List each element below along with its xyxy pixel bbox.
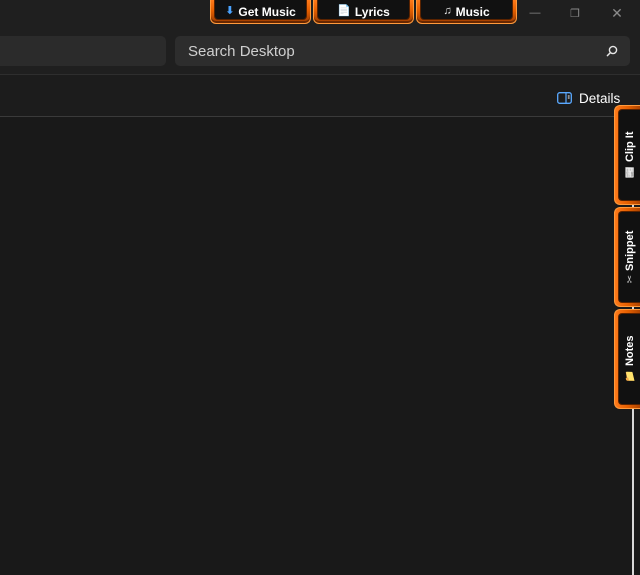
close-button[interactable]: ✕: [596, 0, 638, 26]
notes-tab[interactable]: 📁 Notes: [614, 309, 640, 409]
search-icon[interactable]: [605, 44, 619, 58]
details-pane-icon: [557, 92, 572, 104]
address-bar[interactable]: [0, 36, 166, 66]
restore-icon: ❐: [570, 7, 580, 20]
close-icon: ✕: [611, 4, 623, 21]
command-bar: Details: [0, 75, 640, 117]
clip-icon: 📰: [624, 166, 635, 179]
get-music-label: Get Music: [238, 4, 296, 19]
scissors-icon: ✂: [624, 274, 635, 284]
file-list-area[interactable]: [0, 117, 640, 575]
clip-it-tab[interactable]: 📰 Clip It: [614, 105, 640, 205]
snippet-tab[interactable]: ✂ Snippet: [614, 207, 640, 307]
snippet-label: Snippet: [623, 230, 636, 271]
clip-it-label: Clip It: [623, 131, 636, 163]
lyrics-tab[interactable]: 📄 Lyrics: [313, 0, 414, 24]
minimize-icon: —: [529, 7, 541, 19]
folder-icon: 📁: [624, 370, 635, 383]
navigation-bar: [0, 28, 640, 75]
download-icon: ⬇: [225, 5, 235, 17]
notes-label: Notes: [623, 335, 636, 367]
minimize-button[interactable]: —: [514, 0, 556, 26]
restore-button[interactable]: ❐: [554, 0, 596, 26]
document-icon: 📄: [337, 5, 351, 17]
lyrics-label: Lyrics: [354, 4, 390, 19]
details-pane-button[interactable]: Details: [557, 89, 620, 107]
details-label: Details: [579, 90, 621, 106]
music-label: Music: [455, 4, 490, 19]
search-input[interactable]: [175, 36, 630, 66]
title-bar: ⬇ Get Music 📄 Lyrics ♫ Music — ❐ ✕: [0, 0, 640, 28]
music-note-icon: ♫: [443, 5, 452, 17]
get-music-tab[interactable]: ⬇ Get Music: [210, 0, 311, 24]
file-explorer-window: ⬇ Get Music 📄 Lyrics ♫ Music — ❐ ✕ Searc…: [0, 0, 640, 575]
music-tab[interactable]: ♫ Music: [416, 0, 517, 24]
